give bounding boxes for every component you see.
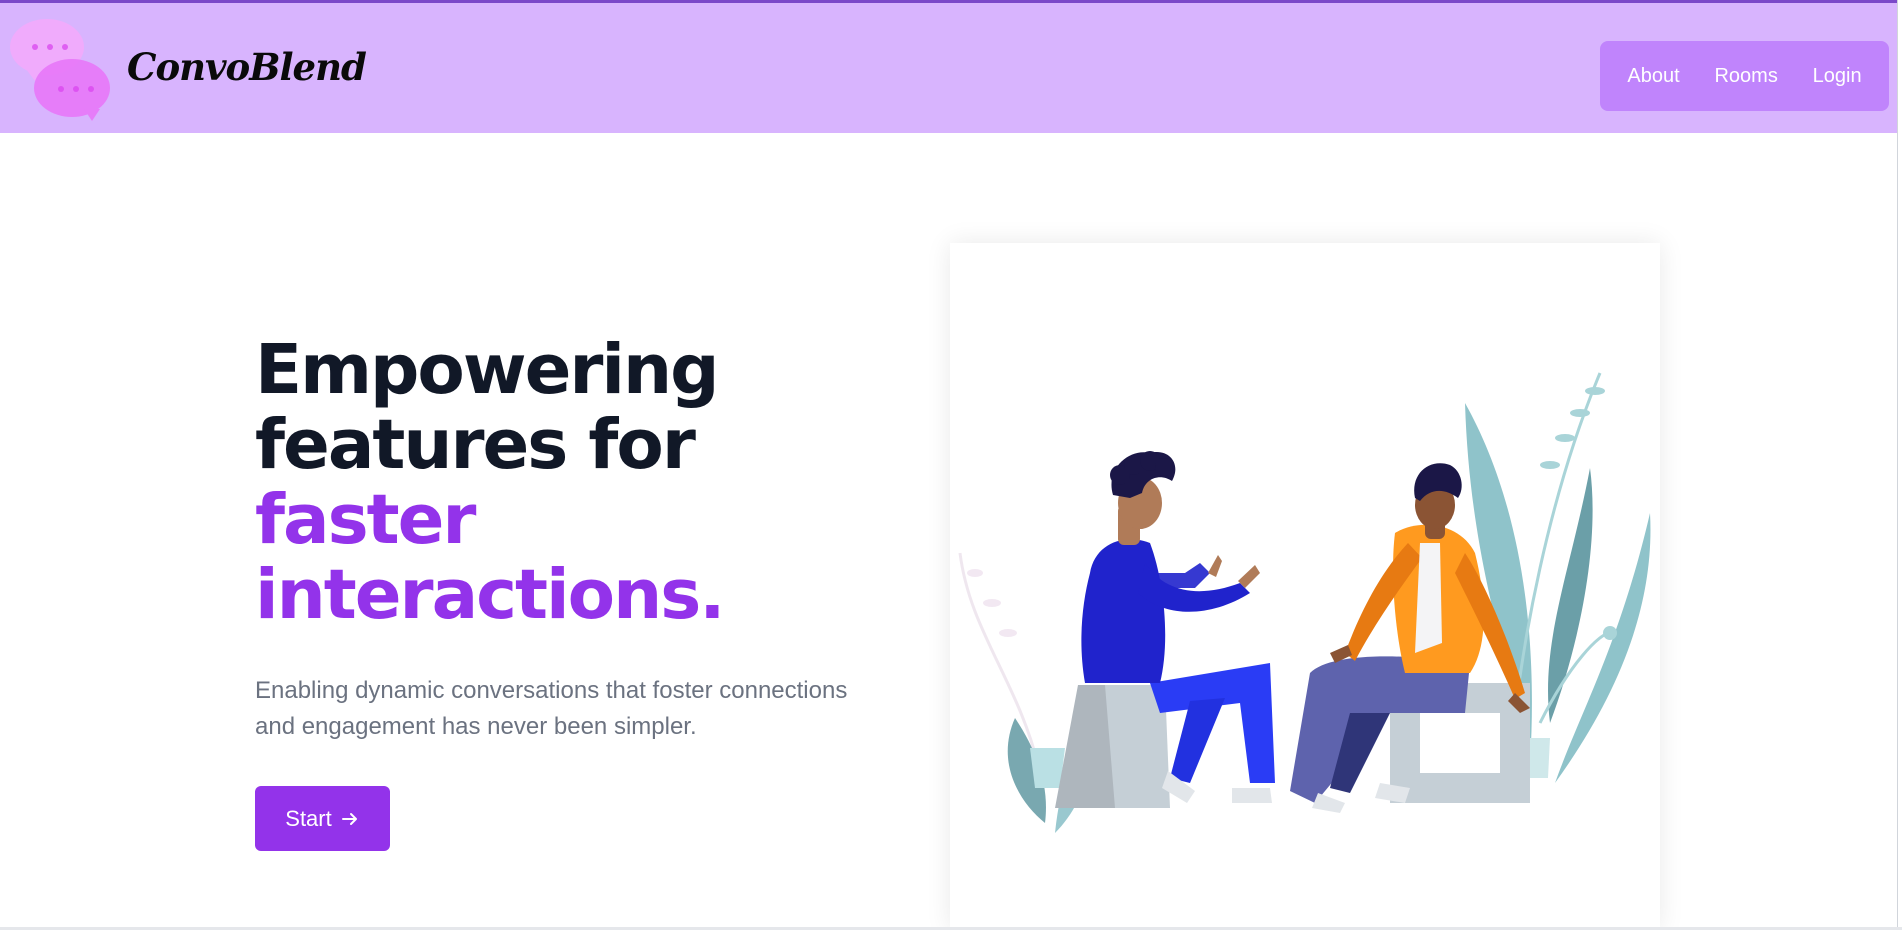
start-button[interactable]: Start: [255, 786, 390, 851]
chat-bubbles-icon[interactable]: [10, 19, 120, 124]
headline-accent-line: faster: [255, 480, 476, 560]
site-header: ConvoBlend About Rooms Login: [0, 3, 1902, 133]
subtitle-line: Enabling dynamic conversations that fost…: [255, 677, 848, 704]
typing-dots-icon: [32, 44, 68, 50]
brand-logo-text[interactable]: ConvoBlend: [127, 45, 367, 89]
start-button-label: Start: [285, 805, 332, 831]
headline-line: Empowering: [255, 330, 720, 410]
arrow-right-icon: [341, 812, 357, 825]
typing-dots-icon: [58, 86, 94, 92]
page: ConvoBlend About Rooms Login Empowering …: [0, 0, 1902, 930]
main-nav: About Rooms Login: [1600, 41, 1889, 111]
headline-accent-line: interactions.: [255, 555, 726, 635]
subtitle-line: and engagement has never been simpler.: [255, 713, 697, 740]
scrollbar[interactable]: [1897, 0, 1902, 930]
nav-link-about[interactable]: About: [1627, 65, 1679, 88]
illustration-card: [950, 243, 1660, 930]
hero-subtitle: Enabling dynamic conversations that fost…: [255, 673, 895, 745]
headline-line: features for: [255, 405, 696, 485]
nav-link-rooms[interactable]: Rooms: [1714, 65, 1777, 88]
hero-headline: Empowering features for faster interacti…: [255, 333, 895, 633]
hero-section: Empowering features for faster interacti…: [255, 333, 895, 851]
two-people-conversation-illustration: [958, 372, 1651, 833]
left-seat: [1055, 685, 1170, 808]
nav-link-login[interactable]: Login: [1813, 65, 1862, 88]
